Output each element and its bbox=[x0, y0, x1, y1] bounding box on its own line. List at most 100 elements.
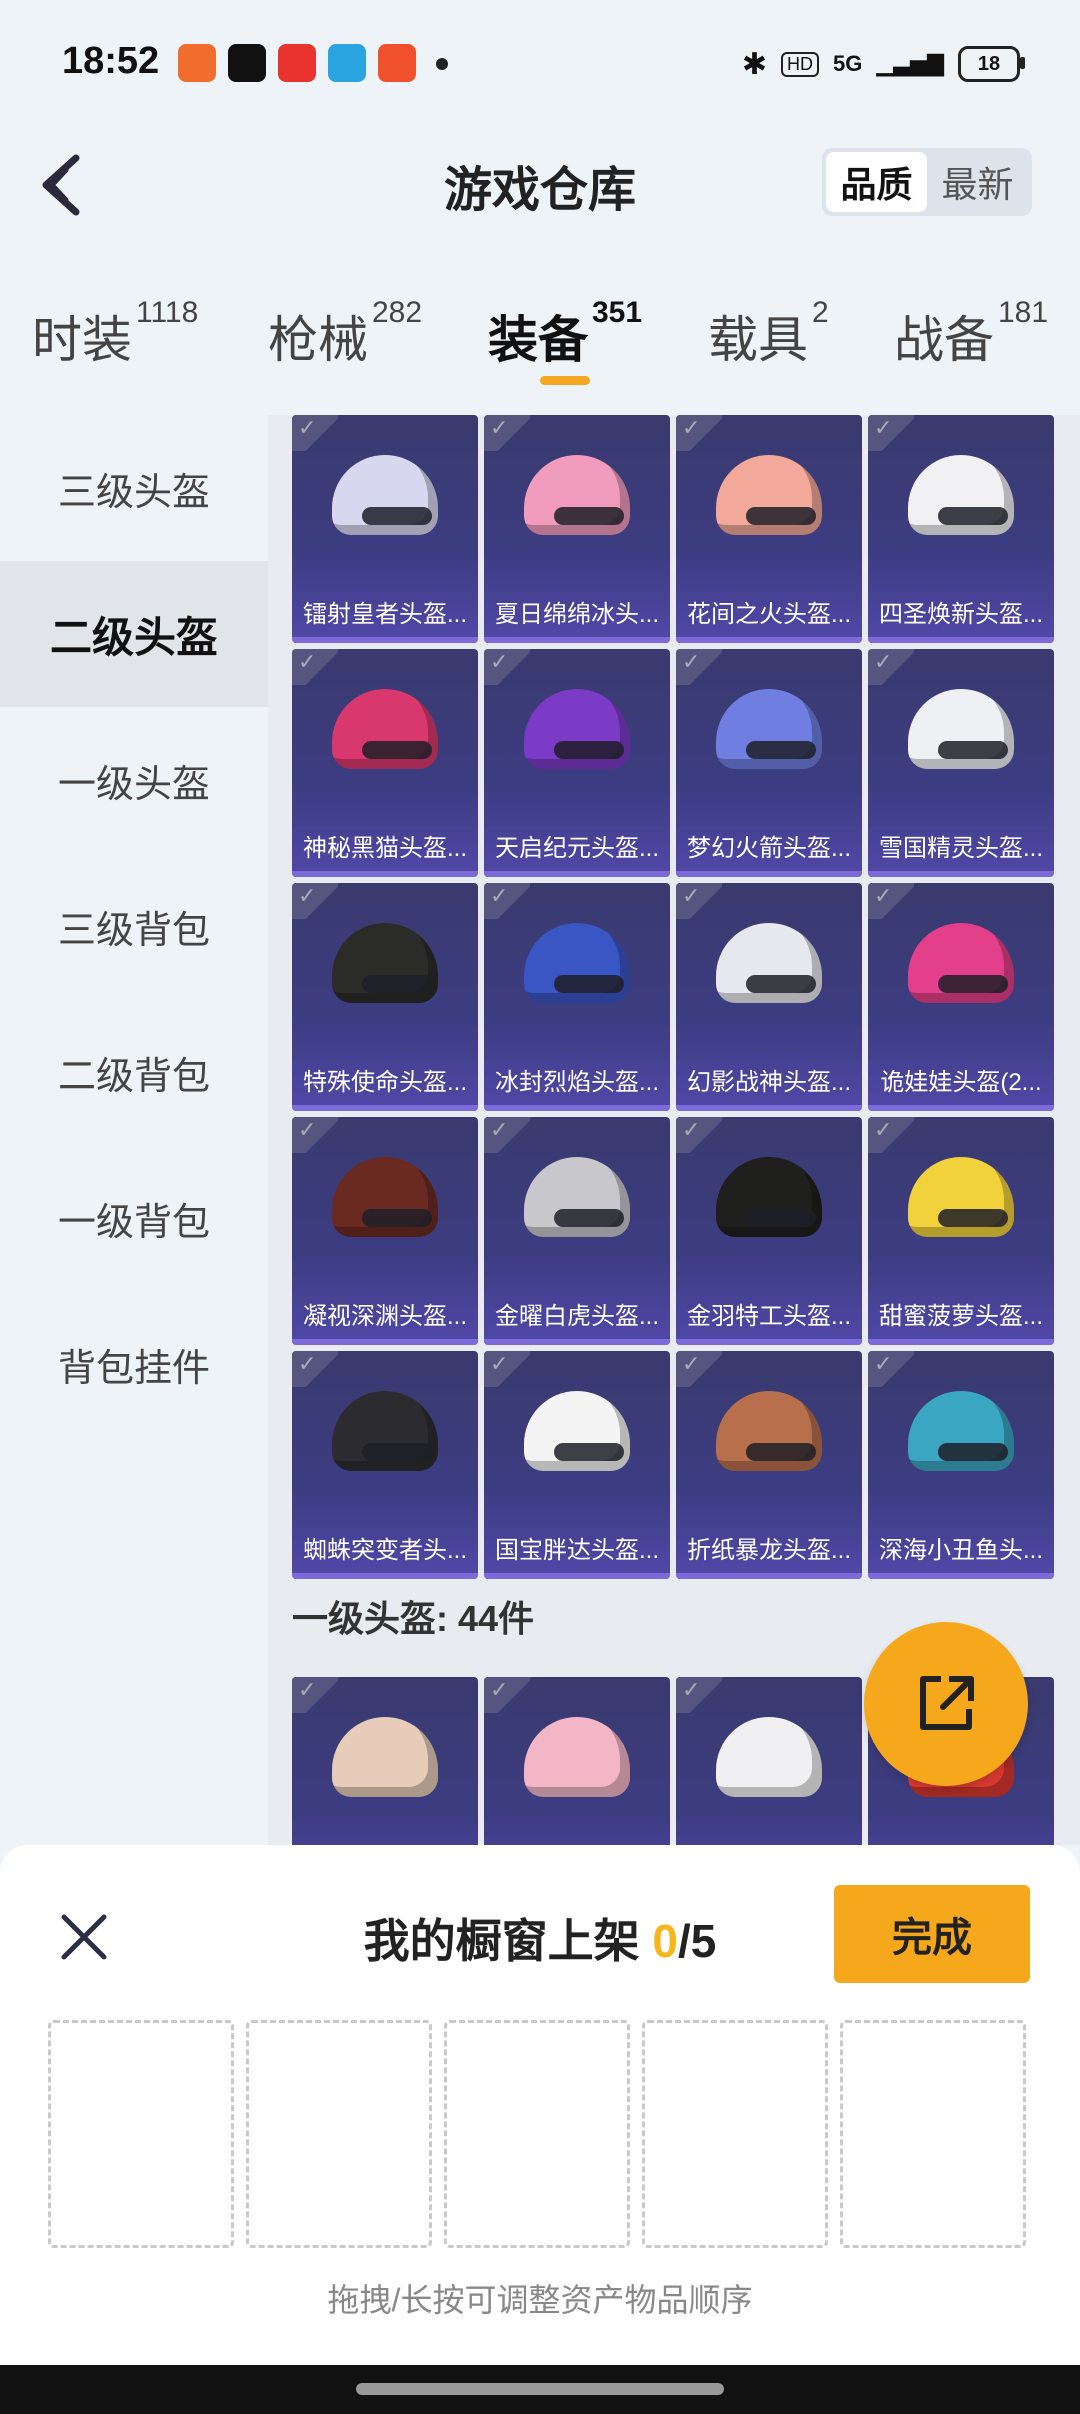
select-check-icon[interactable] bbox=[484, 1677, 530, 1713]
select-check-icon[interactable] bbox=[484, 649, 530, 685]
item-name: 金羽特工头盔... bbox=[686, 1303, 851, 1330]
side-item-backpack-charm[interactable]: 背包挂件 bbox=[0, 1291, 268, 1437]
select-check-icon[interactable] bbox=[484, 1117, 530, 1153]
item-card[interactable]: 神秘黑猫头盔... bbox=[292, 649, 478, 877]
select-check-icon[interactable] bbox=[868, 883, 914, 919]
tab-guns[interactable]: 枪械 282 bbox=[268, 296, 422, 372]
item-card[interactable]: 花间之火头盔... bbox=[676, 415, 862, 643]
select-check-icon[interactable] bbox=[292, 415, 338, 451]
side-item-level2-helmet[interactable]: 二级头盔 bbox=[0, 561, 268, 707]
select-check-icon[interactable] bbox=[676, 649, 722, 685]
sort-latest-button[interactable]: 最新 bbox=[927, 152, 1028, 212]
side-category-list: 三级头盔 二级头盔 一级头盔 三级背包 二级背包 一级背包 背包挂件 bbox=[0, 415, 268, 1437]
helmet-visor bbox=[746, 975, 816, 993]
home-indicator[interactable] bbox=[356, 2383, 724, 2395]
select-check-icon[interactable] bbox=[484, 415, 530, 451]
item-card[interactable]: 蜘蛛突变者头... bbox=[292, 1351, 478, 1579]
section-title: 一级头盔: 44件 bbox=[292, 1598, 535, 1639]
select-check-icon[interactable] bbox=[676, 415, 722, 451]
tab-label: 载具 bbox=[708, 312, 808, 368]
select-check-icon[interactable] bbox=[292, 1351, 338, 1387]
battery-icon: 18 bbox=[958, 46, 1025, 82]
select-check-icon[interactable] bbox=[676, 883, 722, 919]
item-name: 蜘蛛突变者头... bbox=[302, 1537, 467, 1564]
done-button[interactable]: 完成 bbox=[834, 1885, 1030, 1983]
select-check-icon[interactable] bbox=[292, 883, 338, 919]
side-item-level3-backpack[interactable]: 三级背包 bbox=[0, 853, 268, 999]
select-check-icon[interactable] bbox=[676, 1117, 722, 1153]
item-card[interactable]: 凝视深渊头盔... bbox=[292, 1117, 478, 1345]
sort-quality-button[interactable]: 品质 bbox=[826, 152, 927, 212]
tab-supplies[interactable]: 战备 181 bbox=[894, 296, 1048, 372]
item-card[interactable]: 折纸暴龙头盔... bbox=[676, 1351, 862, 1579]
item-card[interactable]: 金羽特工头盔... bbox=[676, 1117, 862, 1345]
showcase-sheet: 我的橱窗上架 0/5 完成 拖拽/长按可调整资产物品顺序 bbox=[0, 1845, 1080, 2365]
select-check-icon[interactable] bbox=[868, 1351, 914, 1387]
side-item-level3-helmet[interactable]: 三级头盔 bbox=[0, 415, 268, 561]
item-card[interactable]: 特殊使命头盔... bbox=[292, 883, 478, 1111]
helmet-visor bbox=[746, 1443, 816, 1461]
side-item-level2-backpack[interactable]: 二级背包 bbox=[0, 999, 268, 1145]
select-check-icon[interactable] bbox=[676, 1677, 722, 1713]
helmet-visor bbox=[554, 1443, 624, 1461]
side-item-level1-backpack[interactable]: 一级背包 bbox=[0, 1145, 268, 1291]
select-check-icon[interactable] bbox=[868, 1117, 914, 1153]
helmet-visor bbox=[362, 975, 432, 993]
side-item-level1-helmet[interactable]: 一级头盔 bbox=[0, 707, 268, 853]
item-card[interactable]: 诡娃娃头盔(2... bbox=[868, 883, 1054, 1111]
rarity-bar bbox=[868, 1339, 1054, 1345]
item-card[interactable]: 深海小丑鱼头... bbox=[868, 1351, 1054, 1579]
item-card[interactable]: 天启纪元头盔... bbox=[484, 649, 670, 877]
select-check-icon[interactable] bbox=[676, 1351, 722, 1387]
helmet-visor bbox=[554, 1209, 624, 1227]
showcase-slot[interactable] bbox=[48, 2020, 234, 2248]
item-name: 花间之火头盔... bbox=[686, 601, 851, 628]
item-card[interactable]: 雪国精灵头盔... bbox=[868, 649, 1054, 877]
item-name: 镭射皇者头盔... bbox=[302, 601, 467, 628]
tab-costume[interactable]: 时装 1118 bbox=[32, 296, 198, 372]
select-check-icon[interactable] bbox=[292, 1117, 338, 1153]
item-card[interactable]: 金曜白虎头盔... bbox=[484, 1117, 670, 1345]
showcase-slot[interactable] bbox=[642, 2020, 828, 2248]
helmet-visor bbox=[746, 741, 816, 759]
tab-equipment[interactable]: 装备 351 bbox=[488, 296, 642, 372]
showcase-slot[interactable] bbox=[840, 2020, 1026, 2248]
rarity-bar bbox=[484, 1105, 670, 1111]
select-check-icon[interactable] bbox=[292, 649, 338, 685]
showcase-slot[interactable] bbox=[444, 2020, 630, 2248]
item-card[interactable]: 幻影战神头盔... bbox=[676, 883, 862, 1111]
helmet-visor bbox=[554, 975, 624, 993]
rarity-bar bbox=[868, 637, 1054, 643]
select-check-icon[interactable] bbox=[484, 883, 530, 919]
share-button[interactable] bbox=[864, 1622, 1028, 1786]
tab-vehicles[interactable]: 载具 2 bbox=[708, 296, 829, 372]
showcase-slot[interactable] bbox=[246, 2020, 432, 2248]
item-card[interactable] bbox=[676, 1677, 862, 1845]
hd-icon: HD bbox=[780, 51, 819, 77]
rarity-bar bbox=[868, 1105, 1054, 1111]
tab-label: 战备 bbox=[894, 312, 994, 368]
network-label: 5G bbox=[832, 51, 863, 76]
item-card[interactable]: 四圣焕新头盔... bbox=[868, 415, 1054, 643]
helmet-visor bbox=[938, 975, 1008, 993]
showcase-slots bbox=[48, 2020, 1026, 2248]
item-card[interactable]: 甜蜜菠萝头盔... bbox=[868, 1117, 1054, 1345]
item-card[interactable]: 冰封烈焰头盔... bbox=[484, 883, 670, 1111]
helmet-visor bbox=[362, 507, 432, 525]
rarity-bar bbox=[676, 637, 862, 643]
category-tabs: 时装 1118 枪械 282 装备 351 载具 2 战备 181 bbox=[0, 296, 1080, 390]
item-card[interactable]: 夏日绵绵冰头... bbox=[484, 415, 670, 643]
item-card[interactable]: 梦幻火箭头盔... bbox=[676, 649, 862, 877]
select-check-icon[interactable] bbox=[868, 649, 914, 685]
more-dot-icon bbox=[436, 58, 448, 70]
item-card[interactable] bbox=[292, 1677, 478, 1845]
item-card[interactable]: 国宝胖达头盔... bbox=[484, 1351, 670, 1579]
item-card[interactable]: 镭射皇者头盔... bbox=[292, 415, 478, 643]
select-check-icon[interactable] bbox=[292, 1677, 338, 1713]
item-name: 金曜白虎头盔... bbox=[494, 1303, 659, 1330]
rarity-bar bbox=[292, 871, 478, 877]
active-tab-indicator bbox=[540, 376, 590, 385]
item-card[interactable] bbox=[484, 1677, 670, 1845]
select-check-icon[interactable] bbox=[868, 415, 914, 451]
select-check-icon[interactable] bbox=[484, 1351, 530, 1387]
